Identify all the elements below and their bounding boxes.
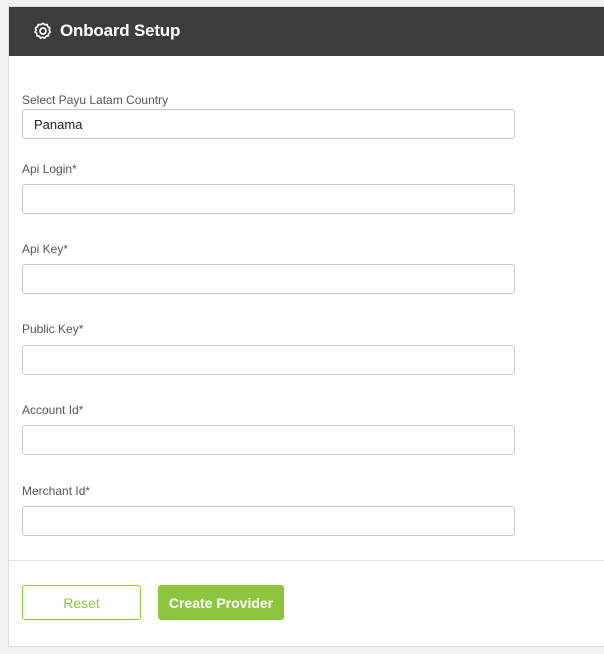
api-key-field[interactable] xyxy=(22,264,515,294)
create-provider-button[interactable]: Create Provider xyxy=(158,585,284,620)
reset-button[interactable]: Reset xyxy=(22,585,141,620)
form-divider xyxy=(9,560,604,561)
merchant-id-label: Merchant Id* xyxy=(22,484,91,498)
public-key-label: Public Key* xyxy=(22,322,84,336)
onboard-setup-panel: Onboard Setup Select Payu Latam Country … xyxy=(8,6,604,647)
api-login-field[interactable] xyxy=(22,184,515,214)
settings-icon xyxy=(33,21,53,41)
public-key-field[interactable] xyxy=(22,345,515,375)
panel-header: Onboard Setup xyxy=(9,7,604,56)
api-key-label: Api Key* xyxy=(22,242,69,256)
account-id-label: Account Id* xyxy=(22,403,84,417)
merchant-id-field[interactable] xyxy=(22,506,515,536)
country-select[interactable] xyxy=(22,109,515,139)
page-title: Onboard Setup xyxy=(60,21,181,40)
account-id-field[interactable] xyxy=(22,425,515,455)
country-label: Select Payu Latam Country xyxy=(22,93,169,107)
api-login-label: Api Login* xyxy=(22,162,77,176)
